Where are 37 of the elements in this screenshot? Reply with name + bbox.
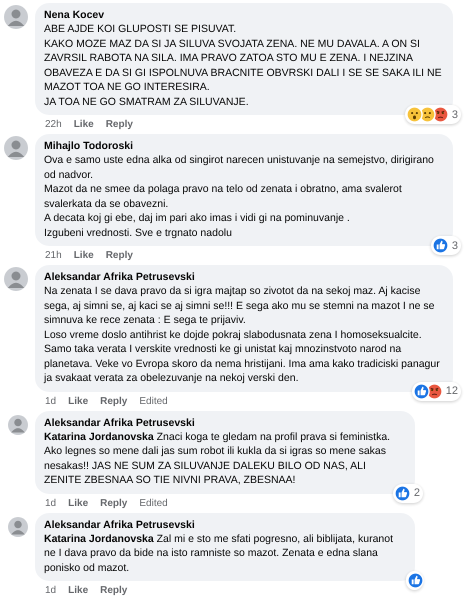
comment-text: Katarina Jordanovska Znaci koga te gledam na profil prava si feministka. Ako legnes so mene dali jas sum robot ili kukla da si igras so mene sakas nesakas!! JAS NE SUM ZA SILUVANJE DALEKU BILO OD NAS, ALI ZENITE ZBESNAA SO TIE NIVNI PRAVA, ZBESNAA! — [44, 430, 392, 488]
reply-link[interactable]: Reply — [106, 250, 133, 262]
like-link[interactable]: Like — [74, 250, 94, 262]
avatar-icon[interactable] — [4, 136, 28, 160]
reactions-badge[interactable]: 3 — [430, 236, 461, 255]
like-link[interactable]: Like — [68, 498, 88, 510]
avatar-icon[interactable] — [8, 516, 28, 536]
author-name[interactable]: Mihajlo Todoroski — [44, 139, 444, 153]
reply-link[interactable]: Reply — [100, 585, 128, 597]
timestamp[interactable]: 21h — [45, 250, 62, 262]
timestamp[interactable]: 1d — [45, 396, 56, 408]
author-name[interactable]: Aleksandar Afrika Petrusevski — [44, 416, 406, 430]
edited-label: Edited — [139, 498, 168, 510]
reactions-badge[interactable]: 12 — [412, 382, 461, 400]
reaction-count: 12 — [446, 385, 458, 397]
timestamp[interactable]: 1d — [45, 585, 56, 597]
author-name[interactable]: Aleksandar Afrika Petrusevski — [44, 270, 444, 284]
reply-link[interactable]: Reply — [100, 498, 128, 510]
like-link[interactable]: Like — [68, 396, 88, 408]
reaction-count: 3 — [452, 240, 458, 252]
reaction-count: 2 — [414, 487, 420, 499]
avatar-icon[interactable] — [4, 267, 28, 291]
like-link[interactable]: Like — [68, 585, 88, 597]
avatar-icon[interactable] — [8, 414, 28, 434]
reaction-count: 3 — [452, 108, 458, 120]
reply-link[interactable]: Reply — [106, 119, 133, 131]
comment-text: Katarina Jordanovska Zal mi e sto me sfati pogresno, ali biblijata, kuranot ne I dava pravo da bide na isto ramniste so mazot. Zenata e edna slana ponisko od mazot. — [44, 532, 394, 575]
timestamp[interactable]: 1d — [45, 498, 56, 510]
author-name[interactable]: Nena Kocev — [44, 8, 444, 22]
reactions-badge[interactable]: 2 — [392, 484, 423, 502]
like-link[interactable]: Like — [74, 119, 94, 131]
author-name[interactable]: Aleksandar Afrika Petrusevski — [44, 518, 406, 532]
timestamp[interactable]: 22h — [45, 119, 62, 131]
avatar-icon[interactable] — [4, 5, 28, 29]
reactions-badge[interactable]: 3 — [404, 105, 461, 124]
edited-label: Edited — [139, 396, 168, 408]
reply-link[interactable]: Reply — [100, 396, 128, 408]
